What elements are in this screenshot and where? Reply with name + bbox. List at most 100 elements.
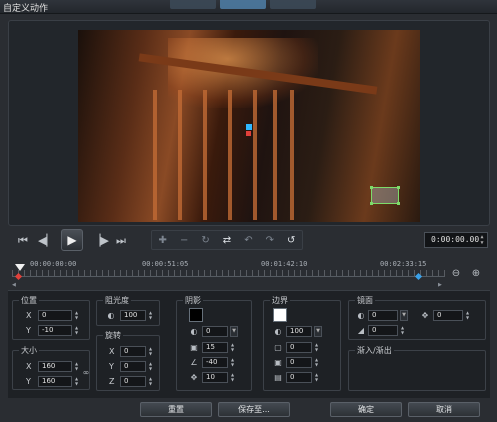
size-x-spinner-icon[interactable]: ▲ ▼ (73, 361, 80, 372)
rotation-z-label: Z (109, 377, 115, 386)
size-x-label: X (26, 362, 32, 371)
border-opacity-icon: ◐ (274, 327, 282, 336)
save-as-button[interactable]: 保存至... (218, 402, 290, 417)
remove-keyframe-icon[interactable]: − (180, 235, 188, 246)
rotation-z-spinner-icon[interactable]: ▲ ▼ (147, 376, 154, 387)
shadow-angle-field[interactable]: -40 (202, 357, 228, 368)
timecode-spinner-icon[interactable]: ▲ ▼ (478, 234, 486, 246)
shadow-blur-field[interactable]: 15 (202, 342, 228, 353)
video-bar (178, 90, 182, 220)
video-bar (273, 90, 277, 220)
position-y-spinner-icon[interactable]: ▲ ▼ (73, 325, 80, 336)
keyframe-toolbar: ✚ − ↻ ⇄ ↶ ↷ ↺ (151, 230, 303, 250)
border-blur-spinner-icon[interactable]: ▲ ▼ (313, 357, 320, 368)
mirror-opacity-field[interactable]: 0 (368, 310, 398, 321)
mirror-opacity-dropdown-icon[interactable]: ▼ (400, 310, 408, 321)
shadow-blur-icon: ▣ (190, 343, 198, 352)
previous-frame-icon[interactable]: ◀▏ (38, 233, 55, 249)
border-width-spinner-icon[interactable]: ▲ ▼ (313, 342, 320, 353)
zoom-in-icon[interactable]: ⊕ (470, 268, 482, 280)
opacity-field[interactable]: 100 (120, 310, 146, 321)
top-tab-1[interactable] (170, 0, 216, 9)
shadow-angle-spinner-icon[interactable]: ▲ ▼ (229, 357, 236, 368)
top-tab-3[interactable] (270, 0, 316, 9)
rotate-keyframe-icon[interactable]: ↻ (201, 235, 209, 246)
mask-handle[interactable] (370, 186, 373, 189)
size-x-field[interactable]: 160 (38, 361, 72, 372)
mask-handle[interactable] (397, 186, 400, 189)
move-right-icon[interactable]: ↷ (266, 235, 274, 246)
top-tab-2[interactable] (220, 0, 266, 9)
rotation-y-spinner-icon[interactable]: ▲ ▼ (147, 361, 154, 372)
border-width-field[interactable]: 0 (286, 342, 312, 353)
shadow-blur-spinner-icon[interactable]: ▲ ▼ (229, 342, 236, 353)
rotation-z-field[interactable]: 0 (120, 376, 146, 387)
opacity-title: 阻光度 (103, 295, 131, 306)
time-label: 00:02:33:15 (380, 260, 427, 268)
mirror-fade-spinner-icon[interactable]: ▲ ▼ (399, 325, 406, 336)
opacity-spinner-icon[interactable]: ▲ ▼ (147, 310, 154, 321)
rotation-y-label: Y (109, 362, 114, 371)
opacity-icon: ◐ (107, 311, 115, 320)
shadow-angle-icon: ∠ (190, 358, 198, 367)
link-aspect-icon[interactable]: ∞ (81, 368, 91, 378)
timecode-field[interactable]: 0:00:00.00 ▲ ▼ (424, 232, 488, 248)
track-point-red[interactable] (246, 131, 251, 136)
mirror-fade-icon: ◢ (357, 326, 365, 335)
ok-button[interactable]: 确定 (330, 402, 402, 417)
add-keyframe-icon[interactable]: ✚ (159, 235, 167, 246)
fade-title: 渐入/渐出 (355, 345, 394, 356)
zoom-out-icon[interactable]: ⊖ (450, 268, 462, 280)
window-title: 自定义动作 (3, 4, 49, 14)
shadow-opacity-dropdown-icon[interactable]: ▼ (230, 326, 238, 337)
go-to-end-icon[interactable]: ⏭ (114, 233, 128, 249)
size-y-field[interactable]: 160 (38, 376, 72, 387)
video-bar (228, 90, 232, 220)
play-button[interactable]: ▶ (61, 229, 83, 251)
size-y-spinner-icon[interactable]: ▲ ▼ (73, 376, 80, 387)
border-color-swatch[interactable] (273, 308, 287, 322)
move-left-icon[interactable]: ↶ (244, 235, 252, 246)
shadow-opacity-field[interactable]: 0 (202, 326, 228, 337)
rotation-x-label: X (109, 347, 115, 356)
rotation-x-field[interactable]: 0 (120, 346, 146, 357)
cancel-button[interactable]: 取消 (408, 402, 480, 417)
go-to-start-icon[interactable]: ⏮ (16, 233, 30, 249)
timeline-scroll[interactable]: ◀ ▶ (12, 282, 445, 288)
mirror-fade-field[interactable]: 0 (368, 325, 398, 336)
video-bar (153, 90, 157, 220)
next-frame-icon[interactable]: ▕▶ (92, 233, 109, 249)
mirror-offset-field[interactable]: 0 (433, 310, 463, 321)
reset-keyframe-icon[interactable]: ↺ (287, 235, 295, 246)
playhead-marker[interactable] (15, 264, 25, 271)
timecode-value: 0:00:00.00 (431, 235, 480, 244)
border-edge-field[interactable]: 0 (286, 372, 312, 383)
mask-handle[interactable] (370, 202, 373, 205)
mirror-opacity-icon: ◐ (357, 311, 365, 320)
shadow-distance-field[interactable]: 10 (202, 372, 228, 383)
border-edge-spinner-icon[interactable]: ▲ ▼ (313, 372, 320, 383)
border-blur-field[interactable]: 0 (286, 357, 312, 368)
mirror-move-icon: ✥ (421, 311, 429, 320)
shadow-color-swatch[interactable] (189, 308, 203, 322)
track-point-blue[interactable] (246, 124, 252, 130)
transport-bar: ⏮ ◀▏ ▶ ▕▶ ⏭ ✚ − ↻ ⇄ ↶ ↷ ↺ 0:00:00.00 ▲ ▼ (8, 228, 490, 254)
border-opacity-dropdown-icon[interactable]: ▼ (314, 326, 322, 337)
timeline[interactable]: 00:00:00:00 00:00:51:05 00:01:42:10 00:0… (12, 258, 480, 288)
position-y-label: Y (26, 326, 31, 335)
scroll-right-icon[interactable]: ▶ (438, 282, 442, 288)
mirror-offset-spinner-icon[interactable]: ▲ ▼ (464, 310, 471, 321)
border-opacity-field[interactable]: 100 (286, 326, 312, 337)
object-mask-box[interactable] (370, 186, 400, 205)
rotation-y-field[interactable]: 0 (120, 361, 146, 372)
scroll-left-icon[interactable]: ◀ (12, 282, 16, 288)
position-y-field[interactable]: -10 (38, 325, 72, 336)
shadow-distance-spinner-icon[interactable]: ▲ ▼ (229, 372, 236, 383)
position-title: 位置 (19, 295, 39, 306)
position-x-spinner-icon[interactable]: ▲ ▼ (73, 310, 80, 321)
rotation-x-spinner-icon[interactable]: ▲ ▼ (147, 346, 154, 357)
mask-handle[interactable] (397, 202, 400, 205)
position-x-field[interactable]: 0 (38, 310, 72, 321)
reset-button[interactable]: 重置 (140, 402, 212, 417)
swap-keyframe-icon[interactable]: ⇄ (223, 235, 231, 246)
